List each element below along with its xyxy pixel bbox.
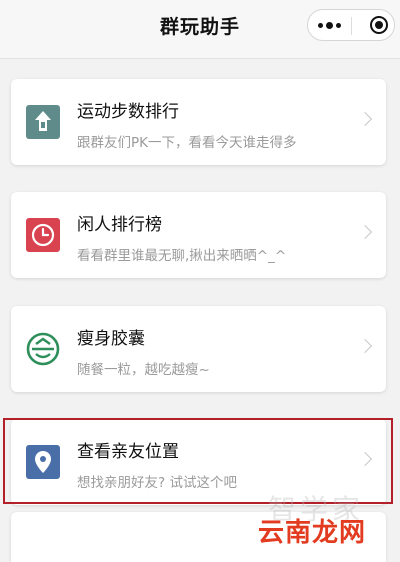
item-title: 运动步数排行 xyxy=(77,102,179,122)
capsule-icon xyxy=(26,332,60,366)
list-item-step-ranking[interactable]: 运动步数排行 跟群友们PK一下，看看今天谁走得多 xyxy=(11,79,386,165)
chevron-right-icon xyxy=(357,338,373,354)
list-item-idle-ranking[interactable]: 闲人排行榜 看看群里谁最无聊,揪出来晒晒^_^ xyxy=(11,192,386,278)
item-title: 闲人排行榜 xyxy=(77,215,162,235)
capsule-divider xyxy=(351,17,352,35)
miniprogram-close-icon[interactable] xyxy=(370,16,388,34)
item-title: 瘦身胶囊 xyxy=(77,329,145,349)
step-ranking-icon xyxy=(26,105,60,139)
item-subtitle: 看看群里谁最无聊,揪出来晒晒^_^ xyxy=(77,248,287,264)
chevron-right-icon xyxy=(357,111,373,127)
list-item-slimming-capsule[interactable]: 瘦身胶囊 随餐一粒，越吃越瘦~ xyxy=(11,306,386,392)
nav-bar: 群玩助手 xyxy=(0,0,400,59)
clock-icon xyxy=(26,218,60,252)
watermark-logo: 云南龙网 xyxy=(258,518,367,548)
more-dots-icon[interactable] xyxy=(308,10,351,40)
item-subtitle: 跟群友们PK一下，看看今天谁走得多 xyxy=(77,135,297,151)
chevron-right-icon xyxy=(357,224,373,240)
miniprogram-capsule xyxy=(307,9,395,41)
item-subtitle: 随餐一粒，越吃越瘦~ xyxy=(77,362,210,378)
